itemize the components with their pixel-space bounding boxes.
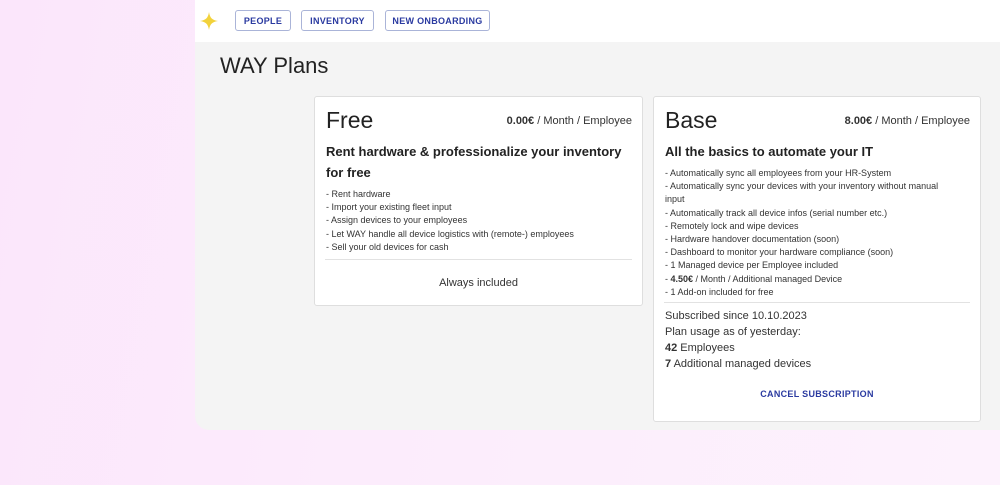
plan-name: Free: [326, 107, 374, 133]
feature-item: - Sell your old devices for cash: [326, 241, 449, 252]
plan-headline: Rent hardware & professionalize your inv…: [326, 144, 622, 180]
plan-name: Base: [665, 107, 718, 133]
subscription-info: Subscribed since 10.10.2023 Plan usage a…: [665, 308, 811, 372]
nav-new-onboarding-button[interactable]: NEW ONBOARDING: [385, 10, 490, 31]
divider: [664, 302, 970, 303]
plan-card-free: Free 0.00€ / Month / Employee Rent hardw…: [314, 96, 643, 306]
sparkle-icon: [200, 12, 218, 30]
divider: [325, 259, 632, 260]
always-included-label: Always included: [439, 277, 518, 289]
feature-item: - Import your existing fleet input: [326, 202, 452, 213]
usage-employees: 42 Employees: [665, 342, 735, 354]
feature-item: input: [665, 194, 685, 205]
plan-features: - Automatically sync all employees from …: [665, 167, 938, 299]
feature-item: - Hardware handover documentation (soon): [665, 234, 840, 245]
page-title: WAY Plans: [220, 53, 329, 78]
feature-item: - Automatically sync your devices with y…: [665, 181, 939, 192]
plan-features: - Rent hardware - Import your existing f…: [326, 188, 574, 254]
usage-label: Plan usage as of yesterday:: [665, 326, 801, 338]
cancel-subscription-button[interactable]: CANCEL SUBSCRIPTION: [654, 389, 980, 399]
feature-item: - Dashboard to monitor your hardware com…: [665, 247, 894, 258]
usage-devices: 7 Additional managed devices: [665, 358, 812, 370]
feature-item: - Rent hardware: [326, 189, 391, 199]
plan-price: 8.00€ / Month / Employee: [844, 115, 970, 127]
feature-item-extra-device: - 4.50€ / Month / Additional managed Dev…: [665, 273, 843, 284]
feature-item: - Assign devices to your employees: [326, 215, 468, 226]
feature-item: - Automatically track all device infos (…: [665, 207, 888, 218]
plan-headline: All the basics to automate your IT: [665, 144, 874, 159]
plan-price: 0.00€ / Month / Employee: [506, 115, 632, 127]
feature-item: - Remotely lock and wipe devices: [665, 220, 799, 231]
subscribed-since: Subscribed since 10.10.2023: [665, 310, 807, 322]
nav-people-button[interactable]: PEOPLE: [235, 10, 291, 31]
feature-item: - Let WAY handle all device logistics wi…: [326, 228, 574, 239]
feature-item: - Automatically sync all employees from …: [665, 168, 892, 178]
feature-item: - 1 Managed device per Employee included: [665, 260, 839, 271]
feature-item: - 1 Add-on included for free: [665, 286, 774, 297]
nav-inventory-button[interactable]: INVENTORY: [301, 10, 374, 31]
plan-card-base: Base 8.00€ / Month / Employee All the ba…: [653, 96, 981, 422]
